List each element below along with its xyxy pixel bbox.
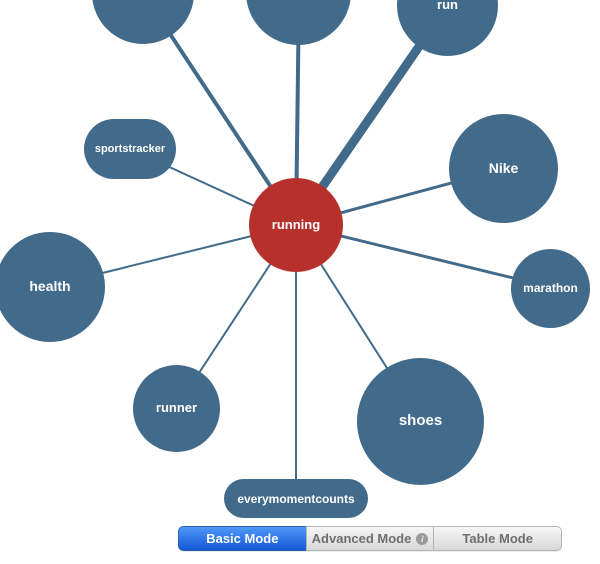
tab-label: Table Mode [462, 531, 533, 546]
node-label: marathon [523, 282, 578, 295]
node-sportstracker[interactable]: sportstracker [84, 119, 176, 179]
node-nike[interactable]: Nike [449, 114, 558, 223]
node-label: run [437, 0, 458, 13]
tab-basic-mode[interactable]: Basic Mode [178, 526, 306, 551]
tab-label: Basic Mode [206, 531, 278, 546]
info-icon: i [416, 533, 428, 545]
node-label: running [272, 218, 320, 232]
mode-tabbar: Basic Mode Advanced Mode i Table Mode [178, 526, 562, 551]
node-workout[interactable]: workout [92, 0, 194, 44]
node-label: health [29, 279, 70, 294]
node-label: runner [156, 401, 197, 415]
tab-table-mode[interactable]: Table Mode [433, 526, 562, 551]
tab-label: Advanced Mode [312, 531, 412, 546]
node-fitness[interactable]: fitness [246, 0, 351, 45]
node-shoes[interactable]: shoes [357, 358, 484, 485]
node-label: everymomentcounts [237, 492, 354, 506]
graph-canvas: running workout fitness run Nike maratho… [0, 0, 600, 564]
node-run[interactable]: run [397, 0, 498, 56]
node-health[interactable]: health [0, 232, 105, 342]
node-label: Nike [489, 161, 519, 176]
tab-advanced-mode[interactable]: Advanced Mode i [306, 526, 434, 551]
node-runner[interactable]: runner [133, 365, 220, 452]
node-center-running[interactable]: running [249, 178, 343, 272]
node-marathon[interactable]: marathon [511, 249, 590, 328]
node-label: shoes [399, 413, 442, 430]
node-everymomentcounts[interactable]: everymomentcounts [224, 479, 368, 518]
node-label: sportstracker [95, 143, 165, 155]
